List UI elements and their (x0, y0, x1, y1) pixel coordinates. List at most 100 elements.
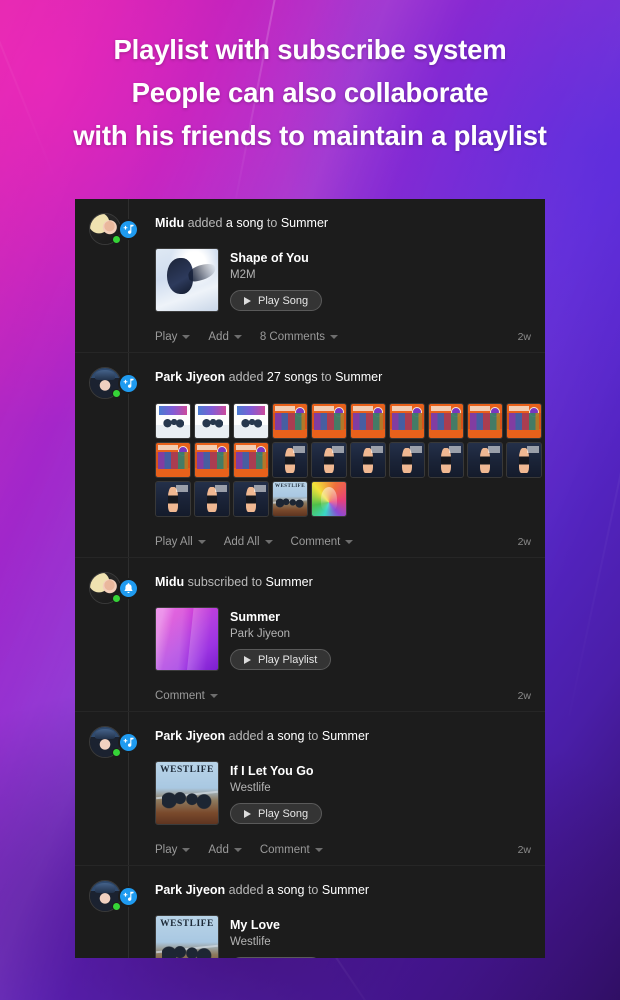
action-comment[interactable]: Comment (155, 690, 218, 702)
post-user-name[interactable]: Midu (155, 216, 184, 230)
album-art-thumb[interactable] (311, 481, 347, 517)
post-target-playlist[interactable]: Summer (335, 370, 382, 384)
post-target-playlist[interactable]: Summer (322, 729, 369, 743)
album-art-thumb[interactable] (194, 442, 230, 478)
album-art-thumb[interactable] (389, 403, 425, 439)
album-art-thumb[interactable] (350, 442, 386, 478)
add-music-icon (118, 732, 139, 753)
album-art-thumb[interactable] (467, 442, 503, 478)
album-art-westlife[interactable]: WESTLIFE (155, 915, 219, 958)
post-object: a song (225, 216, 264, 230)
feed-list: Midu added a song to Summer Shape of You M… (75, 199, 545, 958)
album-art-thumb[interactable] (155, 442, 191, 478)
play-triangle-icon (244, 655, 251, 664)
action-add[interactable]: Add (208, 331, 242, 343)
action-label: Play (155, 331, 178, 343)
action-play-all[interactable]: Play All (155, 536, 206, 548)
album-art-thumb[interactable] (194, 403, 230, 439)
album-art-westlife[interactable]: WESTLIFE (155, 761, 219, 825)
media-subtitle: M2M (230, 269, 256, 281)
action-add-all[interactable]: Add All (224, 536, 273, 548)
feed-post: Park Jiyeon added a song to Summer WESTLI… (75, 712, 545, 866)
feed-post: Park Jiyeon added 27 songs to Summer WEST… (75, 353, 545, 558)
post-object: a song (266, 729, 305, 743)
post-header: Park Jiyeon added a song to Summer (89, 878, 531, 912)
post-object: 27 songs (266, 370, 318, 384)
media-meta: My Love Westlife Play Song (230, 915, 323, 958)
bell-icon (118, 578, 139, 599)
chevron-down-icon (264, 540, 273, 544)
play-button[interactable]: Play Song (230, 803, 323, 824)
chevron-down-icon (182, 335, 191, 339)
post-actions: Play Add Comment 2w (155, 835, 531, 865)
album-art-thumb[interactable] (506, 403, 542, 439)
action-label: Play (155, 844, 178, 856)
album-art-thumb[interactable] (194, 481, 230, 517)
album-art-thumb[interactable] (233, 403, 269, 439)
album-art-thumb[interactable] (389, 442, 425, 478)
feed-post: Midu added a song to Summer Shape of You M… (75, 199, 545, 353)
action-comment[interactable]: Comment (291, 536, 354, 548)
media-meta: If I Let You Go Westlife Play Song (230, 761, 323, 825)
album-art-thumb[interactable] (233, 442, 269, 478)
media-title: If I Let You Go (230, 764, 314, 778)
action-label: Add (208, 844, 229, 856)
album-art-thumb[interactable] (311, 442, 347, 478)
album-art-thumb[interactable]: WESTLIFE (272, 481, 308, 517)
album-art-thumb[interactable] (233, 481, 269, 517)
post-verb: added (228, 370, 264, 384)
album-art-shape-of-you[interactable] (155, 248, 219, 312)
post-activity-text: Midu subscribed to Summer (155, 570, 531, 590)
action-play[interactable]: Play (155, 331, 191, 343)
album-art-thumb[interactable] (311, 403, 347, 439)
post-activity-text: Park Jiyeon added a song to Summer (155, 724, 531, 744)
post-user-name[interactable]: Park Jiyeon (155, 883, 225, 897)
post-header: Midu subscribed to Summer (89, 570, 531, 604)
action-add[interactable]: Add (208, 844, 242, 856)
action-play[interactable]: Play (155, 844, 191, 856)
action-8-comments[interactable]: 8 Comments (260, 331, 339, 343)
add-music-icon (118, 373, 139, 394)
post-object: a song (266, 883, 305, 897)
post-actions: Play Add 8 Comments 2w (155, 322, 531, 352)
activity-feed-panel: Midu added a song to Summer Shape of You M… (75, 199, 545, 958)
post-media-card: WESTLIFE If I Let You Go Westlife Play Song (155, 761, 531, 825)
background-light-streak (568, 304, 620, 716)
post-user-name[interactable]: Midu (155, 575, 184, 589)
play-button[interactable]: Play Song (230, 290, 323, 311)
post-target-playlist[interactable]: Summer (266, 575, 313, 589)
media-subtitle: Westlife (230, 782, 271, 794)
post-activity-text: Park Jiyeon added a song to Summer (155, 878, 531, 898)
post-verb: added (228, 729, 264, 743)
post-preposition: to (307, 729, 319, 743)
album-art-thumb[interactable] (350, 403, 386, 439)
chevron-down-icon (330, 335, 339, 339)
album-art-thumb[interactable] (467, 403, 503, 439)
play-button[interactable]: Play Playlist (230, 649, 332, 670)
play-triangle-icon (244, 296, 251, 305)
album-art-thumb[interactable] (506, 442, 542, 478)
playlist-art-summer[interactable] (155, 607, 219, 671)
chevron-down-icon (197, 540, 206, 544)
album-art-thumb[interactable] (272, 442, 308, 478)
album-art-thumb[interactable] (155, 403, 191, 439)
album-art-thumb[interactable] (155, 481, 191, 517)
post-target-playlist[interactable]: Summer (281, 216, 328, 230)
post-user-name[interactable]: Park Jiyeon (155, 370, 225, 384)
post-preposition: to (307, 883, 319, 897)
promo-headline: Playlist with subscribe system People ca… (0, 28, 620, 157)
post-preposition: to (321, 370, 332, 384)
action-label: Add All (223, 536, 260, 548)
feed-post: Park Jiyeon added a song to Summer WESTLI… (75, 866, 545, 958)
play-button[interactable]: Play Song (230, 957, 323, 958)
chevron-down-icon (345, 540, 354, 544)
album-art-thumb[interactable] (428, 403, 464, 439)
feed-post: Midu subscribed to Summer Summer Park Jiye… (75, 558, 545, 712)
post-target-playlist[interactable]: Summer (322, 883, 369, 897)
album-art-thumb[interactable] (428, 442, 464, 478)
action-comment[interactable]: Comment (260, 844, 323, 856)
album-art-thumb[interactable] (272, 403, 308, 439)
post-media-card: WESTLIFE My Love Westlife Play Song (155, 915, 531, 958)
post-user-name[interactable]: Park Jiyeon (155, 729, 225, 743)
headline-line-1: Playlist with subscribe system (113, 34, 507, 65)
